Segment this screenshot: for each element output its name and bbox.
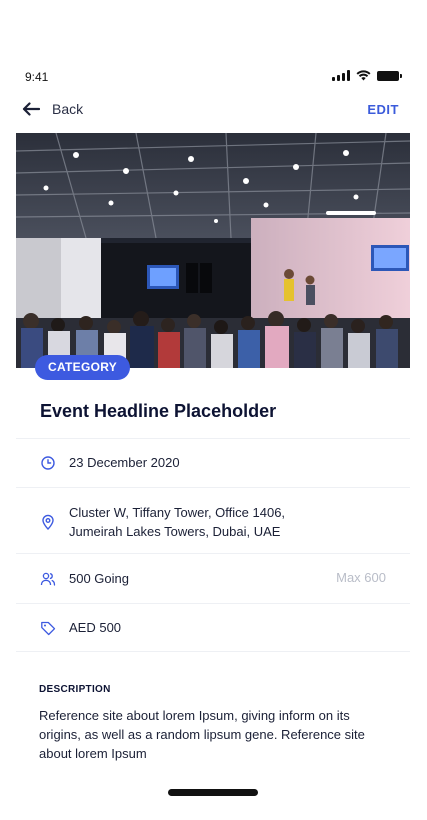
battery-icon: [377, 70, 402, 81]
event-address-line2: Jumeirah Lakes Towers, Dubai, UAE: [69, 524, 281, 539]
event-headline: Event Headline Placeholder: [40, 401, 277, 421]
top-nav: Back EDIT: [22, 98, 399, 120]
edit-button[interactable]: EDIT: [367, 102, 399, 117]
event-detail-screen: 9:41 Back EDIT CATEGORY Event Headline P…: [0, 0, 427, 820]
wifi-icon: [356, 70, 371, 81]
going-count: 500 Going: [69, 571, 129, 586]
attendees-row: 500 Going Max 600: [16, 553, 410, 603]
back-button[interactable]: Back: [22, 101, 83, 117]
event-date: 23 December 2020: [69, 455, 180, 470]
status-icons: [332, 70, 402, 81]
home-indicator[interactable]: [168, 789, 258, 796]
price-tag-icon: [41, 621, 56, 636]
date-row: 23 December 2020: [16, 438, 410, 487]
event-address-line1: Cluster W, Tiffany Tower, Office 1406,: [69, 505, 286, 520]
price-row: AED 500: [16, 603, 410, 652]
event-hero-image: [16, 133, 410, 368]
max-capacity: Max 600: [336, 570, 386, 585]
location-pin-icon: [42, 514, 54, 530]
clock-icon: [41, 456, 55, 470]
category-badge[interactable]: CATEGORY: [35, 355, 131, 380]
arrow-left-icon: [22, 102, 40, 116]
description-title: DESCRIPTION: [39, 684, 111, 695]
cellular-signal-icon: [332, 70, 350, 81]
status-time: 9:41: [25, 70, 49, 84]
description-text: Reference site about lorem Ipsum, giving…: [39, 708, 365, 761]
users-icon: [40, 572, 56, 586]
location-row[interactable]: Cluster W, Tiffany Tower, Office 1406, J…: [16, 487, 410, 553]
back-label: Back: [52, 101, 84, 117]
event-price: AED 500: [69, 620, 122, 635]
